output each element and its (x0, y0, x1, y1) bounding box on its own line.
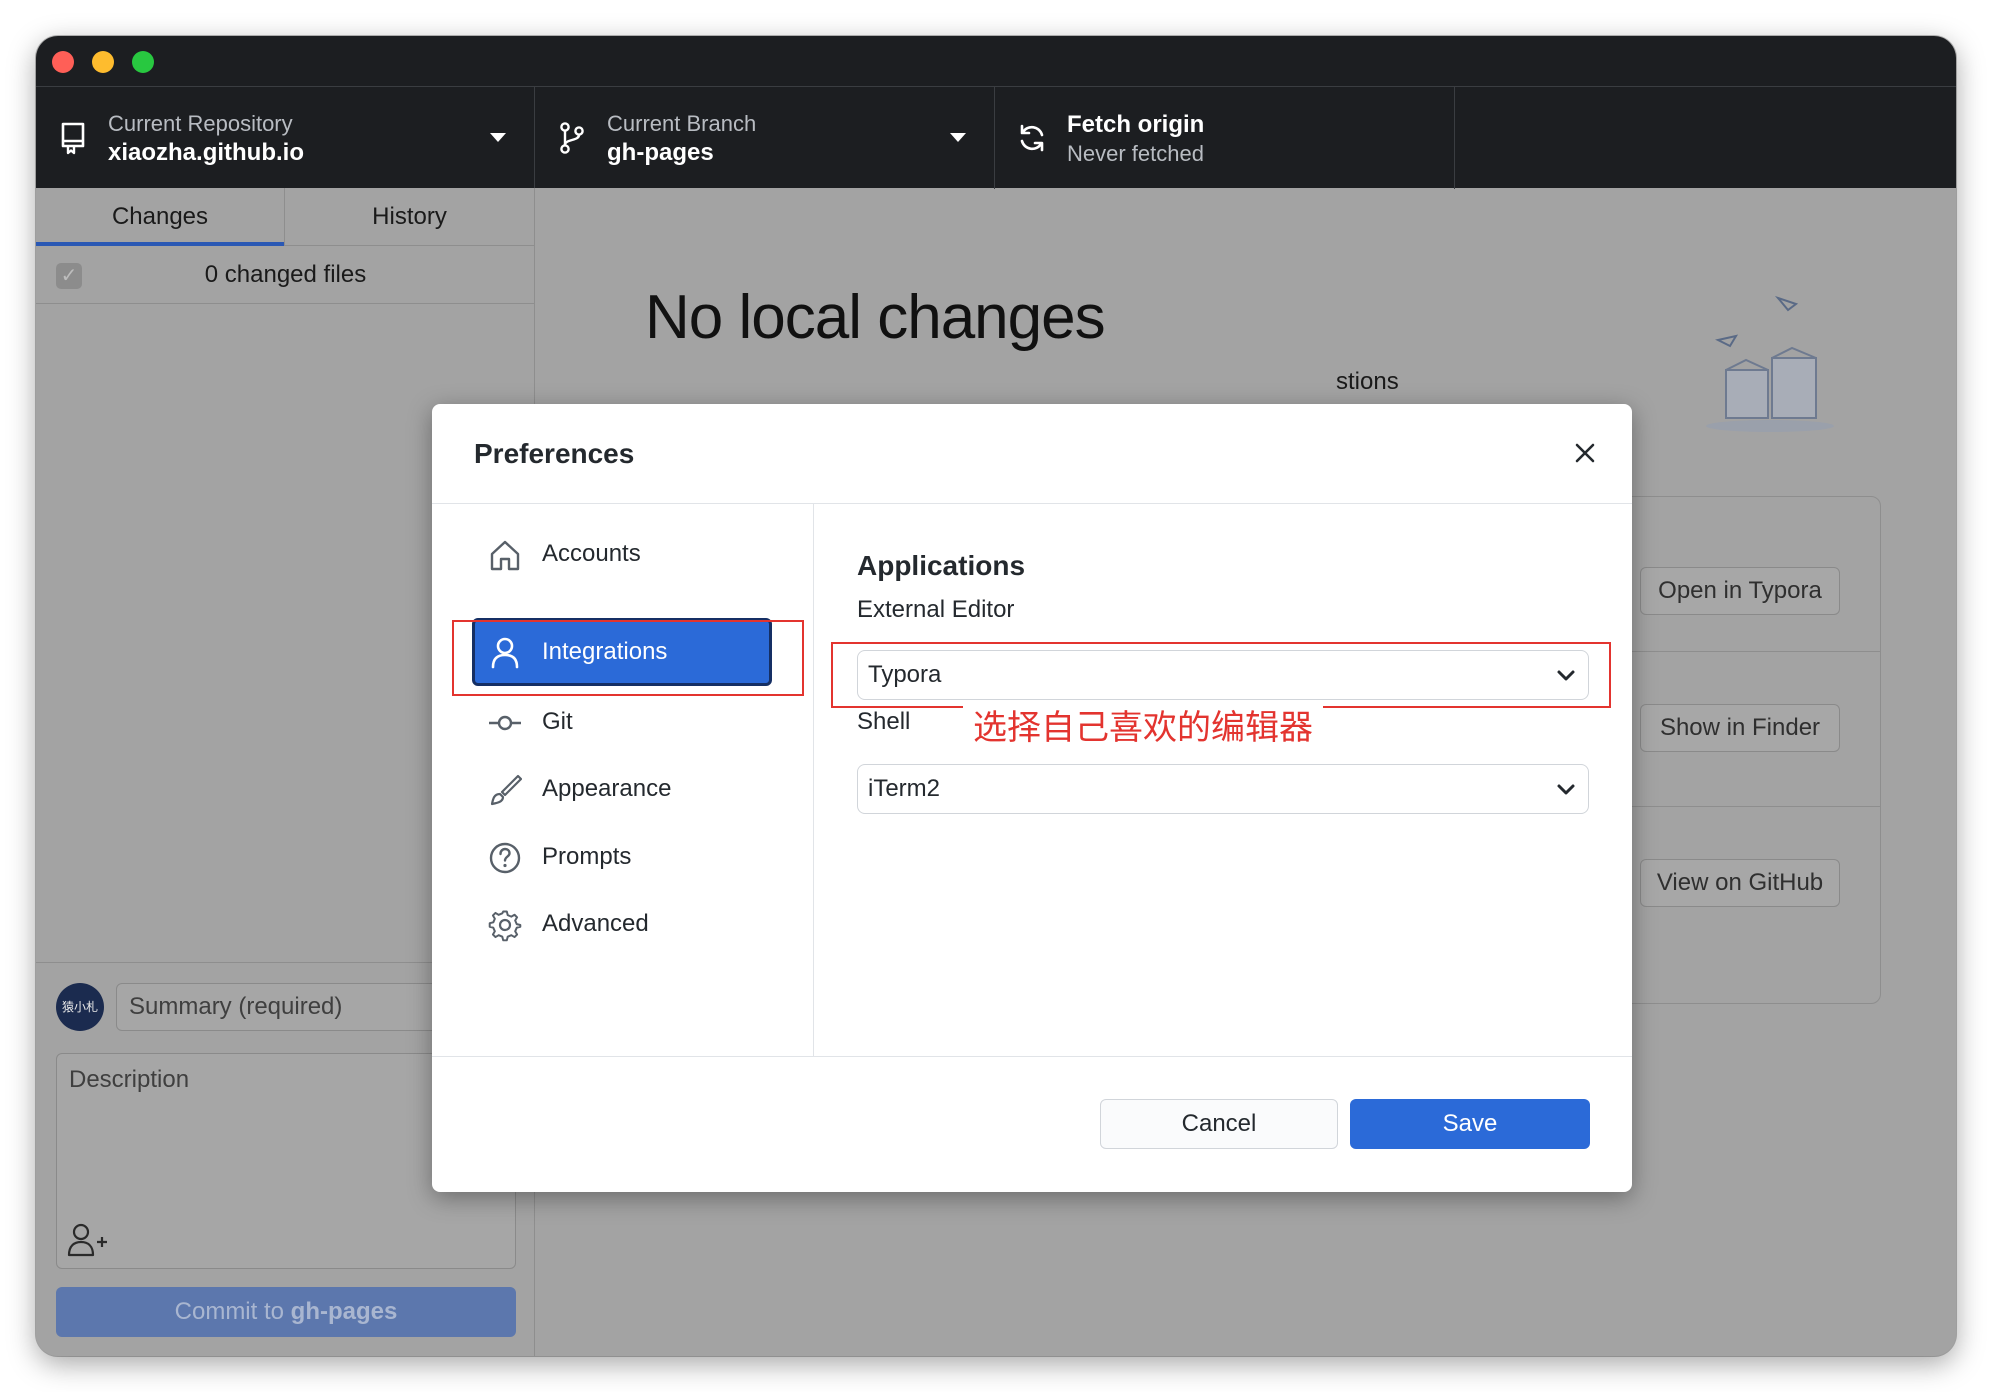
chevron-down-icon (950, 133, 966, 142)
shell-select[interactable]: iTerm2 (857, 764, 1589, 814)
preferences-nav: Accounts Integrations Git Appearance Pro… (432, 504, 814, 1056)
sync-icon (1020, 124, 1044, 152)
shell-value: iTerm2 (868, 775, 941, 802)
page-title: No local changes (645, 283, 1106, 352)
paintbrush-icon (490, 774, 522, 806)
annotation-highlight-box (831, 642, 1611, 708)
title-bar (36, 36, 1956, 86)
integrations-panel: Applications External Editor Typora Shel… (815, 504, 1632, 1056)
current-repository-button[interactable]: Current Repository xiaozha.github.io (36, 87, 535, 189)
fetch-origin-button[interactable]: Fetch origin Never fetched (995, 87, 1455, 189)
sidebar-tabs: Changes History (36, 188, 535, 246)
dialog-header: Preferences (432, 404, 1632, 504)
tab-history[interactable]: History (285, 188, 534, 246)
save-button[interactable]: Save (1350, 1099, 1590, 1149)
nav-accounts[interactable]: Accounts (472, 520, 772, 588)
gear-icon (488, 910, 522, 942)
nav-label: Accounts (542, 540, 641, 567)
tab-changes[interactable]: Changes (36, 188, 285, 246)
close-icon[interactable] (1570, 438, 1600, 468)
avatar: 猿小札 (56, 983, 104, 1031)
nav-prompts[interactable]: Prompts (472, 823, 772, 891)
home-icon (490, 540, 520, 571)
commit-button[interactable]: Commit to gh-pages (56, 1287, 516, 1337)
changed-files-count: 0 changed files (204, 261, 367, 288)
fetch-status: Never fetched (1067, 141, 1204, 166)
repo-icon (61, 122, 85, 155)
changed-files-header: ✓ 0 changed files (36, 246, 535, 304)
description-placeholder: Description (69, 1066, 190, 1093)
nav-appearance[interactable]: Appearance (472, 755, 772, 823)
chevron-down-icon (1557, 784, 1575, 795)
show-in-finder-button[interactable]: Show in Finder (1640, 704, 1840, 752)
nav-label: Appearance (542, 775, 672, 802)
question-icon (489, 842, 521, 874)
close-window-button[interactable] (52, 51, 74, 73)
app-window: Current Repository xiaozha.github.io Cur… (36, 36, 1956, 1356)
nav-git[interactable]: Git (472, 688, 772, 756)
suggestions-text: stions (1336, 368, 1399, 395)
zoom-window-button[interactable] (132, 51, 154, 73)
shell-label: Shell (857, 708, 911, 735)
nav-label: Prompts (542, 843, 632, 870)
annotation-highlight-box (452, 620, 804, 696)
branch-name: gh-pages (607, 139, 714, 166)
cancel-button[interactable]: Cancel (1100, 1099, 1338, 1149)
section-title: Applications (857, 550, 1026, 581)
dialog-title: Preferences (474, 438, 635, 469)
external-editor-label: External Editor (857, 596, 1015, 623)
preferences-dialog: Preferences Accounts Integrations Git Ap… (432, 404, 1632, 1192)
chevron-down-icon (490, 133, 506, 142)
annotation-text: 选择自己喜欢的编辑器 (963, 700, 1323, 749)
minimize-window-button[interactable] (92, 51, 114, 73)
open-in-editor-button[interactable]: Open in Typora (1640, 567, 1840, 615)
add-coauthor-icon[interactable] (67, 1222, 107, 1258)
nav-label: Advanced (542, 910, 649, 937)
current-branch-button[interactable]: Current Branch gh-pages (535, 87, 995, 189)
nav-advanced[interactable]: Advanced (472, 890, 772, 958)
repo-label: Current Repository (108, 111, 293, 136)
branch-label: Current Branch (607, 111, 757, 136)
toolbar: Current Repository xiaozha.github.io Cur… (36, 86, 1956, 189)
git-commit-icon (489, 715, 521, 731)
nav-label: Git (542, 708, 573, 735)
git-branch-icon (560, 122, 584, 154)
commit-prefix: Commit to (174, 1298, 291, 1325)
boxes-illustration-icon (1706, 295, 1834, 432)
repo-name: xiaozha.github.io (108, 139, 304, 166)
commit-branch: gh-pages (290, 1298, 398, 1325)
dialog-footer: Cancel Save (432, 1056, 1632, 1192)
view-on-github-button[interactable]: View on GitHub (1640, 859, 1840, 907)
fetch-title: Fetch origin (1067, 111, 1205, 138)
